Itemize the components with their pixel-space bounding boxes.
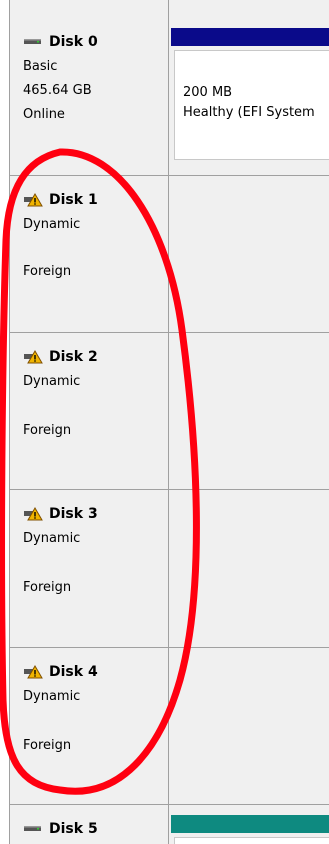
volume-status: Healthy (EFI System [183,105,315,120]
disk-status: Foreign [23,423,72,438]
disk-label-panel[interactable]: Disk 4 Dynamic Foreign [9,648,169,805]
disk-name: Disk 1 [49,192,98,208]
disk-status: Online [23,107,65,122]
disk-type: Basic [23,59,58,74]
disk-management-view: Disk 0 Basic 465.64 GB Online 200 MB Hea… [0,0,329,844]
disk-partition-area [169,490,329,648]
disk-partition-area: 200 MB Healthy (EFI System [169,0,329,176]
disk-partition-area [169,648,329,805]
disk-name: Disk 0 [49,34,98,50]
volume-box[interactable] [174,837,329,844]
disk-name: Disk 3 [49,506,98,522]
disk-type: Dynamic [23,374,81,389]
disk-icon [23,34,43,50]
disk-row-5: Disk 5 [9,805,329,844]
disk-partition-area [169,333,329,490]
disk-name: Disk 5 [49,821,98,837]
disk-name: Disk 4 [49,664,98,680]
disk-label-panel[interactable]: Disk 0 Basic 465.64 GB Online [9,0,169,176]
foreign-disk-warning-icon [23,349,43,365]
disk-row-3: Disk 3 Dynamic Foreign [9,490,329,648]
disk-type: Dynamic [23,689,81,704]
disk-size: 465.64 GB [23,83,92,98]
disk-row-1: Disk 1 Dynamic Foreign [9,176,329,333]
foreign-disk-warning-icon [23,192,43,208]
disk-label-panel[interactable]: Disk 1 Dynamic Foreign [9,176,169,333]
partition-bar [171,28,329,46]
disk-name: Disk 2 [49,349,98,365]
efi-volume[interactable]: 200 MB Healthy (EFI System [174,50,329,160]
disk-type: Dynamic [23,217,81,232]
disk-row-0: Disk 0 Basic 465.64 GB Online 200 MB Hea… [9,0,329,176]
disk-label-panel[interactable]: Disk 5 [9,805,169,844]
disk-label-panel[interactable]: Disk 3 Dynamic Foreign [9,490,169,648]
partition-bar [171,815,329,833]
disk-status: Foreign [23,264,72,279]
foreign-disk-warning-icon [23,506,43,522]
disk-partition-area [169,805,329,844]
disk-row-4: Disk 4 Dynamic Foreign [9,648,329,805]
disk-label-panel[interactable]: Disk 2 Dynamic Foreign [9,333,169,490]
disk-partition-area [169,176,329,333]
foreign-disk-warning-icon [23,664,43,680]
disk-row-2: Disk 2 Dynamic Foreign [9,333,329,490]
disk-status: Foreign [23,738,72,753]
disk-type: Dynamic [23,531,81,546]
volume-size: 200 MB [183,85,233,100]
disk-icon [23,821,43,837]
disk-status: Foreign [23,580,72,595]
